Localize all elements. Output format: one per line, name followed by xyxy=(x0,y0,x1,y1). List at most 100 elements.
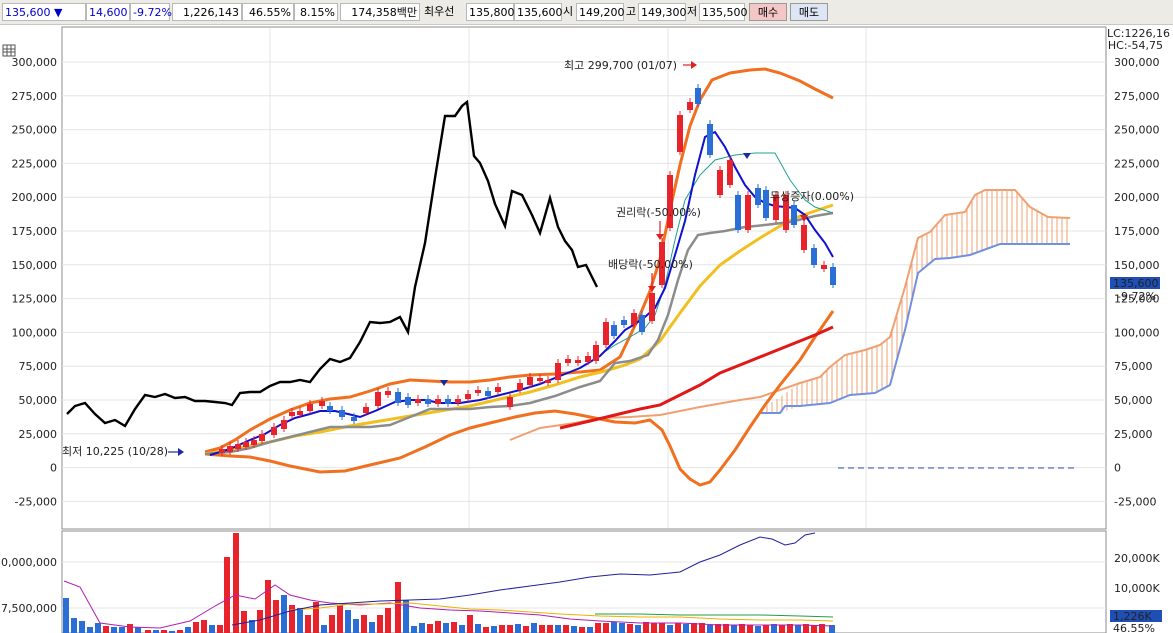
buy-button[interactable]: 매수 xyxy=(749,3,787,21)
right-axis-label: 0 xyxy=(1114,462,1121,475)
right-axis-label: 100,000 xyxy=(1114,326,1160,339)
left-axis-label: 125,000 xyxy=(12,293,58,306)
candle-body xyxy=(455,399,461,403)
candle-body xyxy=(219,449,225,453)
left-axis-label: 175,000 xyxy=(12,225,58,238)
hc-label: HC:-54,75 xyxy=(1108,39,1163,52)
left-axis-label: 200,000 xyxy=(12,191,58,204)
right-axis-label: 300,000 xyxy=(1114,56,1160,69)
volume-bar xyxy=(643,622,649,633)
volume-bar xyxy=(193,622,199,633)
candle-body xyxy=(415,399,421,403)
volume-bar xyxy=(491,626,497,633)
volume-bar xyxy=(345,610,351,633)
volume-bar xyxy=(63,598,69,633)
candle-body xyxy=(259,434,265,441)
volume-bar xyxy=(71,618,77,633)
volume-value: 1,226,143 xyxy=(172,3,242,21)
volume-bar xyxy=(627,624,633,633)
volume-bar xyxy=(281,595,287,633)
volume-bar xyxy=(419,623,425,633)
candle-body xyxy=(555,363,561,380)
candle-body xyxy=(319,401,325,406)
candle-body xyxy=(695,88,701,104)
low-annotation: 최저 10,225 (10/28) xyxy=(62,445,168,458)
current-price-box: 135,600 ▼ xyxy=(2,3,86,21)
trade-amount: 174,358백만 xyxy=(340,3,420,21)
candle-body xyxy=(727,160,733,185)
candle-body xyxy=(575,360,581,363)
volume-bar xyxy=(779,625,785,633)
candle-body xyxy=(227,446,233,452)
volume-bar xyxy=(79,621,85,633)
candle-body xyxy=(243,442,249,447)
candle-body xyxy=(251,440,257,445)
left-axis-label: 150,000 xyxy=(12,259,58,272)
candle-body xyxy=(339,410,345,417)
right-axis-label: 200,000 xyxy=(1114,191,1160,204)
high-label: 고 xyxy=(626,5,637,18)
volume-bar xyxy=(257,610,263,633)
candle-body xyxy=(307,404,313,411)
volume-bar xyxy=(619,623,625,633)
candle-body xyxy=(527,377,533,385)
volume-right-label: 10,000K xyxy=(1114,582,1160,595)
volume-bar xyxy=(119,627,125,633)
high-price: 149,300 xyxy=(638,3,687,21)
candle-body xyxy=(235,444,241,449)
candle-body xyxy=(537,378,543,381)
volume-bar xyxy=(95,623,101,633)
volume-bar xyxy=(659,623,665,633)
sell-button[interactable]: 매도 xyxy=(790,3,828,21)
volume-bar xyxy=(499,625,505,633)
candle-body xyxy=(351,417,357,421)
volume-bar xyxy=(667,625,673,633)
stock-chart[interactable]: 300,000 275,000 250,000 225,000 200,000 175,0… xyxy=(0,25,1173,633)
volume-bar xyxy=(595,623,601,633)
volume-bar xyxy=(683,624,689,633)
right-axis-label: 225,000 xyxy=(1114,157,1160,170)
volume-bar xyxy=(224,557,230,633)
candle-body xyxy=(435,399,441,404)
volume-bar xyxy=(515,624,521,633)
volume-bar xyxy=(523,626,529,633)
left-axis-label: 250,000 xyxy=(12,124,58,137)
candle-body xyxy=(821,265,827,269)
candle-body xyxy=(621,320,627,325)
candle-body xyxy=(289,412,295,416)
volume-bar xyxy=(201,620,207,633)
volume-bar xyxy=(451,622,457,633)
right-axis-label: 75,000 xyxy=(1114,360,1153,373)
volume-bar xyxy=(675,623,681,633)
volume-bar xyxy=(427,624,433,633)
grid-settings-icon[interactable] xyxy=(2,44,16,57)
candle-body xyxy=(585,356,591,362)
volume-bar xyxy=(377,615,383,633)
candle-body xyxy=(735,195,741,230)
volume-bar xyxy=(185,627,191,633)
volume-bar xyxy=(321,625,327,633)
volume-bar xyxy=(539,625,545,633)
candle-body xyxy=(667,175,673,228)
candle-body xyxy=(327,406,333,411)
candle-body xyxy=(271,427,277,435)
volume-bar xyxy=(361,615,367,633)
ratio-tag-text: 46.55% xyxy=(1113,622,1155,633)
open-price: 149,200 xyxy=(576,3,625,21)
candle-body xyxy=(475,390,481,393)
high-annotation: 최고 299,700 (01/07) xyxy=(564,59,677,72)
candle-body xyxy=(611,325,617,336)
change-value: 14,600 xyxy=(86,3,130,21)
volume-bar xyxy=(385,608,391,633)
volume-panel xyxy=(61,530,1107,633)
volume-bar xyxy=(87,627,93,633)
volume-bar xyxy=(763,625,769,633)
current-price: 135,600 xyxy=(5,6,51,19)
volume-bar xyxy=(297,608,303,633)
volume-bar xyxy=(305,615,311,633)
candle-body xyxy=(687,102,693,110)
volume-bar xyxy=(507,625,513,633)
volume-bar xyxy=(811,625,817,633)
candle-body xyxy=(763,190,769,218)
right-axis-label: 250,000 xyxy=(1114,124,1160,137)
